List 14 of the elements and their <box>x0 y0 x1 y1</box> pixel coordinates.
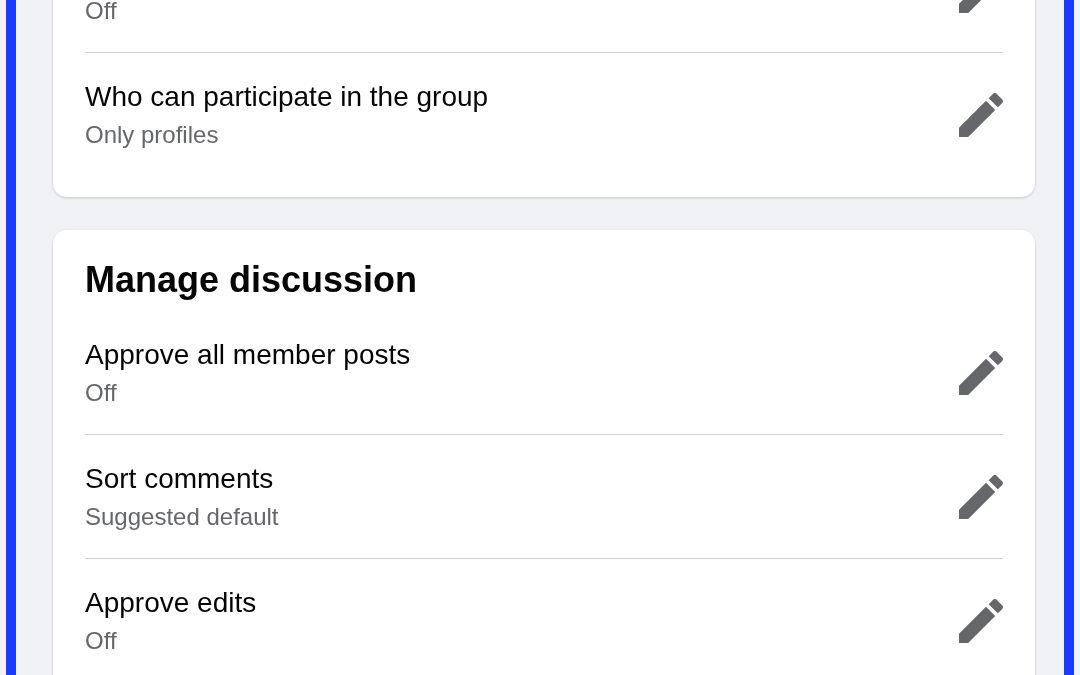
setting-label: Sort comments <box>85 462 275 496</box>
setting-label: Who can participate in the group <box>85 80 490 114</box>
setting-label: Approve edits <box>85 586 258 620</box>
setting-value: Off <box>85 378 118 408</box>
section-heading: Manage discussion <box>85 258 419 302</box>
setting-value: Off <box>85 626 118 656</box>
pencil-icon[interactable] <box>959 474 1003 519</box>
setting-label: Approve all member posts <box>85 338 412 372</box>
pencil-icon[interactable] <box>959 350 1003 395</box>
setting-value: Only profiles <box>85 120 220 150</box>
pencil-icon[interactable] <box>959 92 1003 137</box>
setting-value: Suggested default <box>85 502 280 532</box>
setting-value: Off <box>85 0 118 26</box>
pencil-icon[interactable] <box>959 598 1003 643</box>
